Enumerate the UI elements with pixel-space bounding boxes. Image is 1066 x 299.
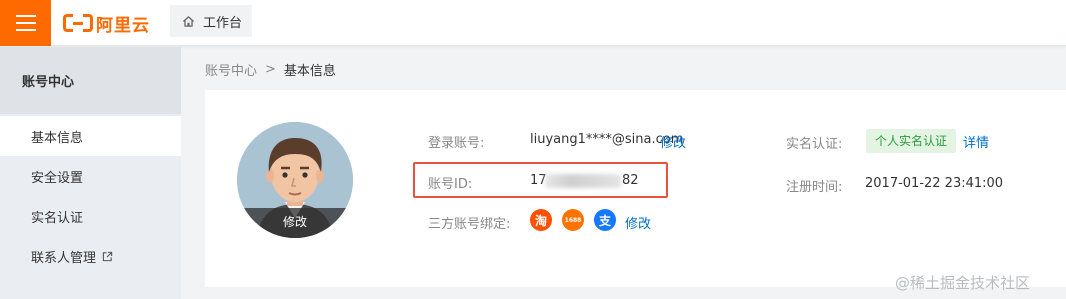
breadcrumb-parent[interactable]: 账号中心 <box>205 60 257 79</box>
sidebar-item-contacts[interactable]: 联系人管理 <box>0 236 181 276</box>
login-account-edit-link[interactable]: 修改 <box>660 132 686 151</box>
sidebar-item-label: 联系人管理 <box>31 250 97 266</box>
breadcrumb: 账号中心 > 基本信息 <box>205 60 336 79</box>
1688-icon[interactable]: 1688 <box>562 209 584 231</box>
realname-label: 实名认证: <box>786 137 843 152</box>
sidebar-item-label: 基本信息 <box>31 130 84 146</box>
login-account-label: 登录账号: <box>428 136 485 151</box>
workbench-button[interactable]: 工作台 <box>170 5 252 37</box>
aliyun-logo[interactable]: 阿里云 <box>63 11 150 36</box>
sidebar-item-label: 实名认证 <box>31 210 84 226</box>
menu-line <box>15 29 36 31</box>
taobao-icon[interactable]: 淘 <box>530 209 552 231</box>
aliyun-logo-icon <box>63 14 93 32</box>
menu-icon[interactable] <box>0 0 51 46</box>
account-id-label: 账号ID: <box>428 177 473 192</box>
sidebar-item-basic-info[interactable]: 基本信息 <box>0 116 181 156</box>
third-party-label: 三方账号绑定: <box>428 217 511 232</box>
sidebar-item-label: 安全设置 <box>31 170 84 186</box>
sidebar: 账号中心 基本信息 安全设置 实名认证 联系人管理 <box>0 47 181 299</box>
watermark: @稀土掘金技术社区 <box>895 274 1031 292</box>
menu-line <box>15 22 36 24</box>
register-time-label: 注册时间: <box>786 180 843 195</box>
alipay-icon[interactable]: 支 <box>594 209 616 231</box>
breadcrumb-separator: > <box>265 62 276 77</box>
account-id-suffix: 82 <box>622 173 639 188</box>
home-icon <box>182 15 195 27</box>
realname-badge: 个人实名认证 <box>866 129 957 153</box>
register-time-value: 2017-01-22 23:41:00 <box>865 176 1004 191</box>
menu-line <box>15 15 36 17</box>
account-id-redacted <box>545 174 621 188</box>
avatar[interactable]: 修改 <box>237 122 353 238</box>
sidebar-item-security[interactable]: 安全设置 <box>0 156 181 196</box>
realname-details-link[interactable]: 详情 <box>963 132 989 151</box>
logo-text: 阿里云 <box>96 15 150 36</box>
workbench-label: 工作台 <box>203 15 243 31</box>
avatar-edit-button[interactable]: 修改 <box>237 208 353 238</box>
sidebar-item-realname[interactable]: 实名认证 <box>0 196 181 236</box>
third-party-edit-link[interactable]: 修改 <box>625 213 651 232</box>
external-link-icon <box>102 251 113 261</box>
sidebar-title: 账号中心 <box>0 47 181 114</box>
breadcrumb-current: 基本信息 <box>283 64 336 79</box>
top-bar: 阿里云 工作台 <box>0 0 1066 46</box>
